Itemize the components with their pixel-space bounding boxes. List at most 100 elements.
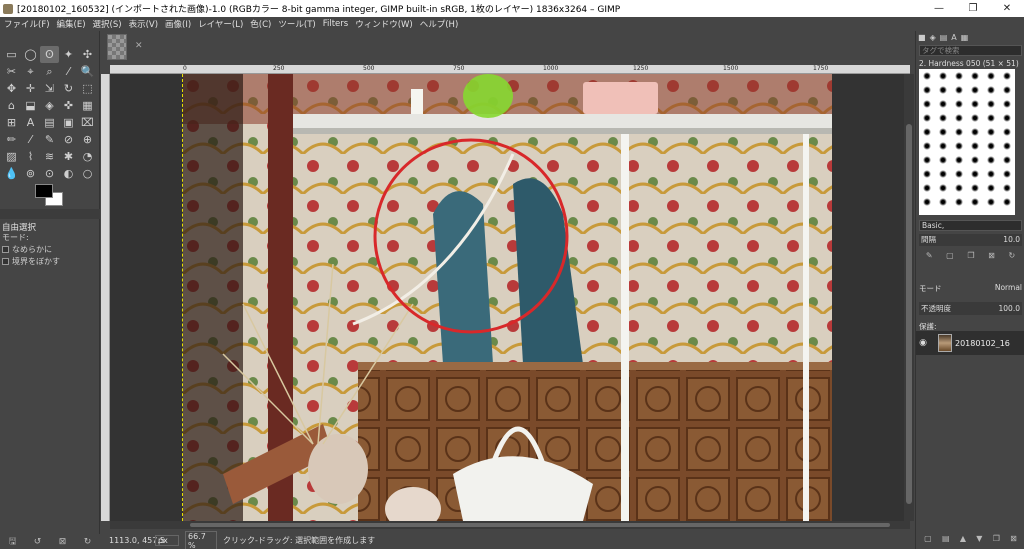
tool-button[interactable]: ✂ [2,63,21,80]
tool-button[interactable]: ✜ [59,97,78,114]
brush-swatch[interactable] [951,97,967,111]
brush-swatch[interactable] [967,167,983,181]
edit-brush-icon[interactable]: ✎ [926,251,933,260]
brush-swatch[interactable] [919,153,935,167]
tool-button[interactable]: ⁄ [21,131,40,148]
tool-button[interactable]: ✥ [2,80,21,97]
delete-brush-icon[interactable]: ⊠ [988,251,995,260]
tool-button[interactable]: ⌂ [2,97,21,114]
tool-button[interactable]: ✛ [21,80,40,97]
brush-swatch[interactable] [999,97,1015,111]
menu-windows[interactable]: ウィンドウ(W) [355,18,413,30]
brush-swatch[interactable] [951,195,967,209]
brush-swatch[interactable] [999,125,1015,139]
brush-swatch[interactable] [935,97,951,111]
brush-swatch[interactable] [919,111,935,125]
menu-layer[interactable]: レイヤー(L) [198,18,243,30]
patterns-tab-icon[interactable]: ◈ [930,33,936,42]
brush-swatch[interactable] [951,181,967,195]
brush-grid[interactable] [919,69,1015,215]
brush-swatch[interactable] [935,153,951,167]
tool-button[interactable]: 🔍 [78,63,97,80]
brush-swatch[interactable] [999,69,1015,83]
brush-swatch[interactable] [983,153,999,167]
layer-name[interactable]: 20180102_16 [955,339,1015,348]
delete-options-icon[interactable]: ⊠ [59,537,67,547]
minimize-button[interactable]: — [922,0,956,17]
brush-swatch[interactable] [983,139,999,153]
brush-swatch[interactable] [983,181,999,195]
tool-button[interactable]: ✏ [2,131,21,148]
tool-button[interactable]: ⊙ [40,165,59,182]
tool-button[interactable]: ⌧ [78,114,97,131]
brush-swatch[interactable] [967,139,983,153]
horizontal-ruler[interactable]: 0 250 500 750 1000 1250 1500 1750 [110,65,910,74]
menu-filters[interactable]: Filters [323,19,348,29]
layer-row[interactable]: ◉ 20180102_16 [916,331,1024,355]
brush-swatch[interactable] [983,111,999,125]
tool-button[interactable]: ⇲ [40,80,59,97]
new-layer-icon[interactable]: ▢ [924,534,932,543]
brush-swatch[interactable] [951,83,967,97]
brush-swatch[interactable] [919,69,935,83]
close-icon[interactable]: ✕ [135,41,143,51]
brush-swatch[interactable] [919,83,935,97]
horizontal-scrollbar[interactable] [110,521,910,529]
tool-button[interactable]: A [21,114,40,131]
menu-edit[interactable]: 編集(E) [57,18,86,30]
brush-swatch[interactable] [983,83,999,97]
eye-icon[interactable]: ◉ [916,338,930,348]
horizontal-scrollbar-thumb[interactable] [190,523,890,527]
brush-swatch[interactable] [967,181,983,195]
gradients-tab-icon[interactable]: ▤ [940,33,948,42]
menu-colors[interactable]: 色(C) [250,18,271,30]
brush-swatch[interactable] [983,167,999,181]
brush-tag-filter[interactable]: Basic, [919,220,1022,231]
feather-option[interactable]: 境界をぼかす [2,256,60,267]
brush-swatch[interactable] [935,111,951,125]
duplicate-brush-icon[interactable]: ❐ [967,251,974,260]
fonts-tab-icon[interactable]: A [951,33,956,42]
brush-swatch[interactable] [983,195,999,209]
brush-swatch[interactable] [935,195,951,209]
brush-swatch[interactable] [919,195,935,209]
reset-options-icon[interactable]: ↻ [84,537,92,547]
restore-options-icon[interactable]: ↺ [34,537,42,547]
duplicate-layer-icon[interactable]: ❐ [993,534,1000,543]
vertical-scrollbar-thumb[interactable] [906,124,912,504]
tool-button[interactable]: ⊞ [2,114,21,131]
tool-button[interactable]: ▭ [2,46,21,63]
brush-swatch[interactable] [999,181,1015,195]
image-tab-thumbnail[interactable] [107,34,127,60]
save-options-icon[interactable]: 🖫 [9,534,17,549]
tool-button[interactable]: ⊘ [59,131,78,148]
brush-swatch[interactable] [999,139,1015,153]
menu-file[interactable]: ファイル(F) [4,18,50,30]
tool-button[interactable]: ✣ [78,46,97,63]
color-swatches[interactable] [35,184,65,208]
tool-button[interactable]: ʘ [40,46,59,63]
menu-tools[interactable]: ツール(T) [278,18,315,30]
refresh-brushes-icon[interactable]: ↻ [1008,251,1015,260]
spacing-slider[interactable]: 間隔 10.0 [919,234,1022,246]
opacity-slider[interactable]: 不透明度 100.0 [919,302,1022,315]
tool-button[interactable]: ▦ [78,97,97,114]
layer-mode-select[interactable]: Normal [995,283,1022,294]
menu-view[interactable]: 表示(V) [129,18,158,30]
antialias-option[interactable]: なめらかに [2,244,52,255]
tool-button[interactable]: 💧 [2,165,21,182]
tool-button[interactable]: ◈ [40,97,59,114]
antialias-checkbox[interactable] [2,246,9,253]
tool-button[interactable]: ↻ [59,80,78,97]
tool-button[interactable]: ◯ [21,46,40,63]
tool-button[interactable]: ⁄ [59,63,78,80]
raise-layer-icon[interactable]: ▲ [960,534,966,543]
new-brush-icon[interactable]: ▢ [946,251,954,260]
unit-selector[interactable]: px [155,535,179,546]
menu-select[interactable]: 選択(S) [93,18,122,30]
brush-swatch[interactable] [999,111,1015,125]
brush-swatch[interactable] [967,111,983,125]
tool-button[interactable]: ◐ [59,165,78,182]
brush-swatch[interactable] [967,195,983,209]
tool-button[interactable]: ≋ [40,148,59,165]
